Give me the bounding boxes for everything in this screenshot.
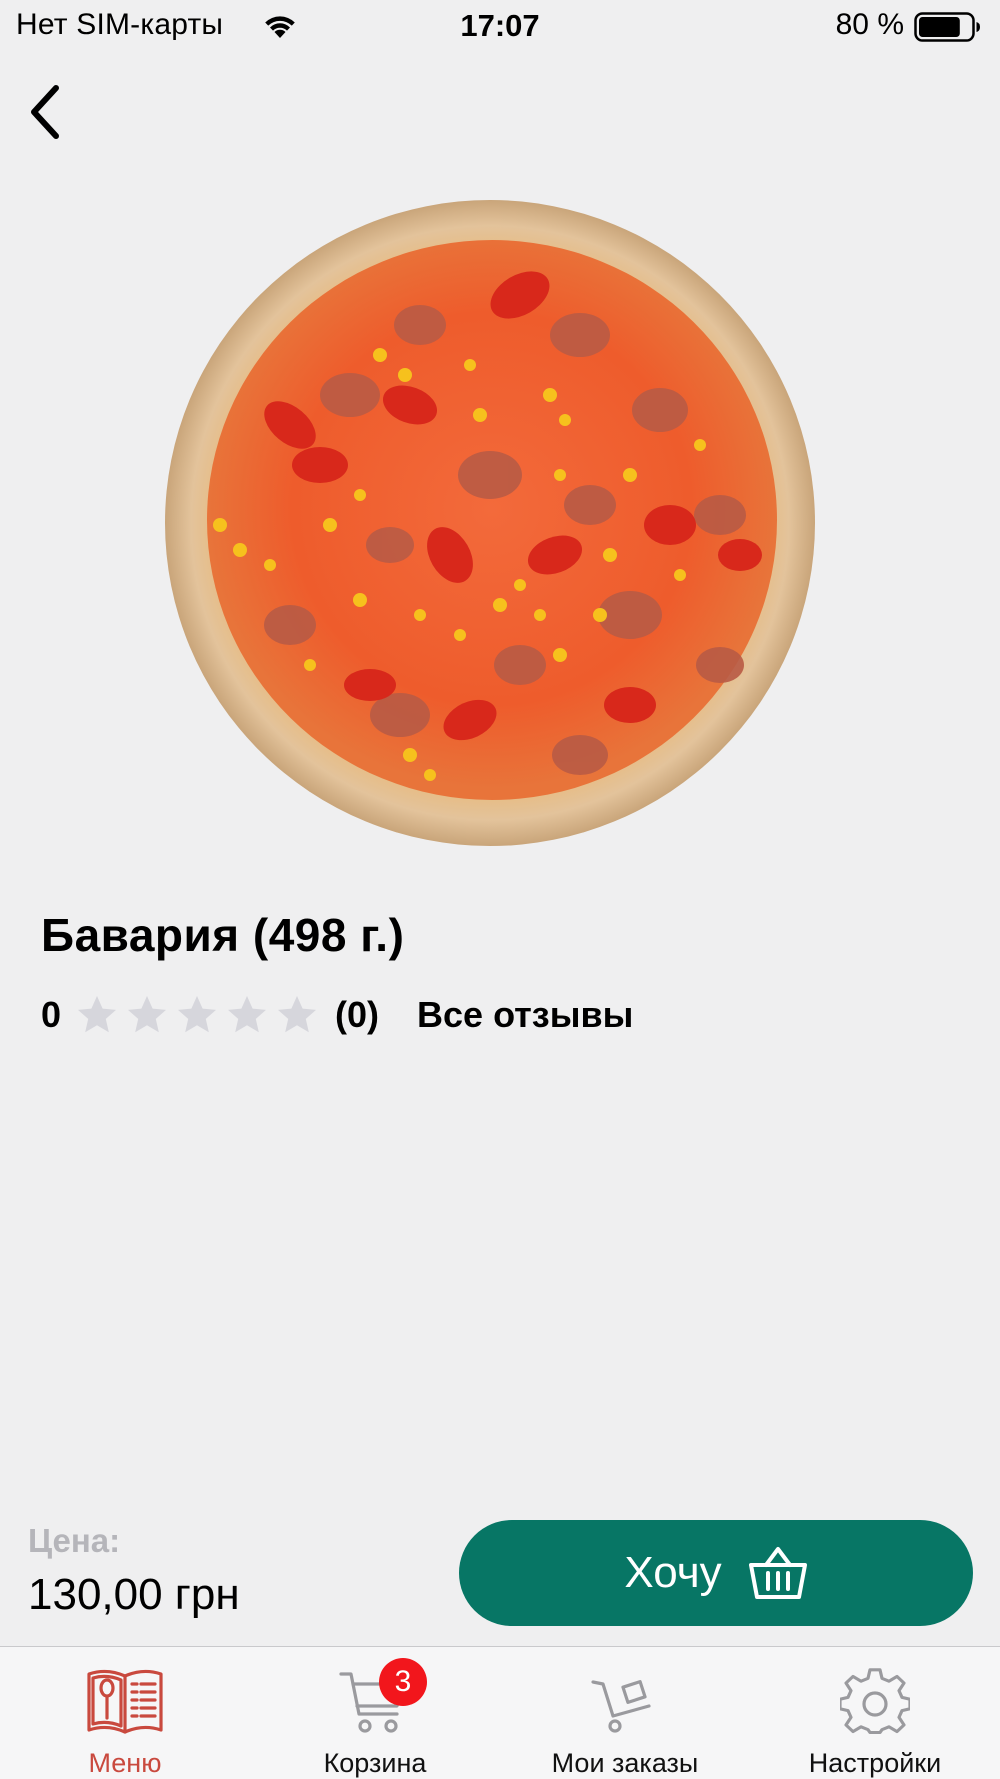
star-icon <box>78 996 117 1033</box>
star-icon <box>228 996 267 1033</box>
add-to-cart-button[interactable]: Хочу <box>459 1520 973 1626</box>
rating-row: 0 (0) Все отзывы <box>41 990 633 1040</box>
product-title: Бавария (498 г.) <box>41 909 405 961</box>
tab-orders[interactable]: Мои заказы <box>500 1647 750 1779</box>
price-label: Цена: <box>28 1522 121 1559</box>
chevron-left-icon <box>31 85 59 139</box>
tab-settings[interactable]: Настройки <box>750 1647 1000 1779</box>
menu-book-icon <box>87 1669 163 1734</box>
gear-icon <box>840 1667 910 1734</box>
tab-settings-label: Настройки <box>808 1748 942 1778</box>
pizza-photo <box>165 200 815 846</box>
battery-icon <box>914 12 980 42</box>
tab-bar: Меню 3 Корзина Мои заказы Настройки <box>0 1646 1000 1779</box>
rating-value: 0 <box>41 994 62 1035</box>
price-value: 130,00 грн <box>28 1570 240 1619</box>
tab-menu-label: Меню <box>88 1748 162 1778</box>
rating-stars <box>75 993 319 1037</box>
cart-badge: 3 <box>379 1658 427 1706</box>
tab-cart-label: Корзина <box>323 1748 427 1778</box>
tab-menu[interactable]: Меню <box>0 1647 250 1779</box>
tab-cart[interactable]: 3 Корзина <box>250 1647 500 1779</box>
orders-cart-icon <box>591 1679 651 1733</box>
all-reviews-link[interactable]: Все отзывы <box>417 994 633 1036</box>
back-button[interactable] <box>14 78 74 146</box>
add-to-cart-label: Хочу <box>624 1548 722 1597</box>
battery-percent: 80 % <box>835 8 904 41</box>
tab-orders-label: Мои заказы <box>551 1748 699 1778</box>
status-bar: Нет SIM-карты 17:07 80 % <box>0 0 1000 56</box>
star-icon <box>278 996 317 1033</box>
basket-icon <box>748 1547 807 1599</box>
rating-count: (0) <box>335 994 380 1035</box>
star-icon <box>178 996 217 1033</box>
star-icon <box>128 996 167 1033</box>
